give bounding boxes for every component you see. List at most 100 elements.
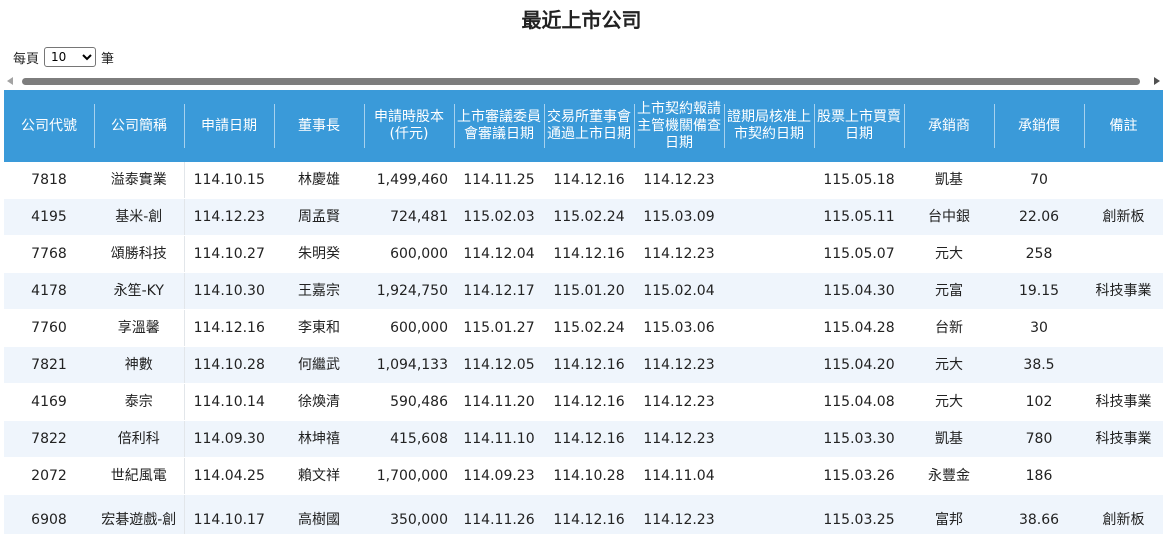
cell-underwriter: 元大 xyxy=(904,383,994,421)
cell-remark xyxy=(1084,235,1163,273)
cell-contract-date: 114.12.23 xyxy=(634,235,724,273)
page-size-select[interactable]: 10 xyxy=(44,47,97,67)
cell-chairman: 賴文祥 xyxy=(274,457,364,495)
cell-listing-date: 115.03.30 xyxy=(814,420,904,458)
cell-underwriter: 元大 xyxy=(904,346,994,384)
header-col-company-name[interactable]: 公司簡稱 xyxy=(94,90,184,162)
cell-approve-date xyxy=(724,420,814,458)
cell-board-date: 114.10.28 xyxy=(544,457,634,495)
cell-approve-date xyxy=(724,346,814,384)
header-col-underwriter[interactable]: 承銷商 xyxy=(904,90,994,162)
recent-listings-table: 公司代號 公司簡稱 申請日期 董事長 申請時股本(仟元) 上市審議委員會審議日期 交易所董事… xyxy=(4,90,1163,534)
cell-company-code: 4195 xyxy=(4,198,94,236)
cell-underwriter: 台新 xyxy=(904,309,994,347)
cell-capital: 600,000 xyxy=(364,235,454,273)
cell-approve-date xyxy=(724,309,814,347)
cell-apply-date: 114.10.15 xyxy=(184,162,274,199)
cell-apply-date: 114.10.27 xyxy=(184,235,274,273)
cell-capital: 1,499,460 xyxy=(364,162,454,199)
cell-capital: 600,000 xyxy=(364,309,454,347)
cell-company-name: 享溫馨 xyxy=(94,309,185,347)
cell-approve-date xyxy=(724,198,814,236)
cell-remark xyxy=(1084,457,1163,495)
cell-contract-date: 115.03.06 xyxy=(634,309,724,347)
cell-apply-date: 114.10.28 xyxy=(184,346,274,384)
cell-review-date: 114.11.25 xyxy=(454,162,544,199)
horizontal-scrollbar[interactable] xyxy=(4,75,1163,89)
cell-contract-date: 114.12.23 xyxy=(634,383,724,421)
header-col-remark[interactable]: 備註 xyxy=(1084,90,1163,162)
cell-listing-date: 115.04.20 xyxy=(814,346,904,384)
cell-capital: 1,094,133 xyxy=(364,346,454,384)
cell-review-date: 114.09.23 xyxy=(454,457,544,495)
cell-approve-date xyxy=(724,272,814,310)
scroll-right-arrow-icon[interactable] xyxy=(1154,77,1160,85)
cell-approve-date xyxy=(724,162,814,199)
cell-company-code: 6908 xyxy=(4,494,94,534)
cell-review-date: 114.11.10 xyxy=(454,420,544,458)
cell-remark: 創新板 xyxy=(1084,494,1163,534)
cell-chairman: 林慶雄 xyxy=(274,162,364,199)
cell-company-code: 4169 xyxy=(4,383,94,421)
cell-chairman: 徐煥清 xyxy=(274,383,364,421)
header-col-capital[interactable]: 申請時股本(仟元) xyxy=(364,90,454,162)
cell-listing-date: 115.05.18 xyxy=(814,162,904,199)
cell-capital: 415,608 xyxy=(364,420,454,458)
cell-company-code: 7818 xyxy=(4,162,94,199)
cell-board-date: 115.01.20 xyxy=(544,272,634,310)
header-col-chairman[interactable]: 董事長 xyxy=(274,90,364,162)
cell-listing-date: 115.03.26 xyxy=(814,457,904,495)
page-size-prefix: 每頁 xyxy=(13,51,40,67)
cell-capital: 1,924,750 xyxy=(364,272,454,310)
cell-underwriter: 富邦 xyxy=(904,494,994,534)
cell-listing-date: 115.04.08 xyxy=(814,383,904,421)
cell-contract-date: 115.02.04 xyxy=(634,272,724,310)
cell-review-date: 115.01.27 xyxy=(454,309,544,347)
header-col-price[interactable]: 承銷價 xyxy=(994,90,1084,162)
cell-approve-date xyxy=(724,235,814,273)
header-col-board-date[interactable]: 交易所董事會通過上市日期 xyxy=(544,90,634,162)
cell-underwriter: 凱基 xyxy=(904,420,994,458)
table-row: 2072 世紀風電 114.04.25 賴文祥 1,700,000 114.09.23 11… xyxy=(4,457,1163,495)
cell-price: 19.15 xyxy=(994,272,1084,310)
cell-remark: 科技事業 xyxy=(1084,383,1163,421)
cell-approve-date xyxy=(724,383,814,421)
cell-remark: 創新板 xyxy=(1084,198,1163,236)
cell-contract-date: 114.12.23 xyxy=(634,162,724,199)
cell-price: 30 xyxy=(994,309,1084,347)
cell-contract-date: 114.11.04 xyxy=(634,457,724,495)
table-row: 7768 頌勝科技 114.10.27 朱明癸 600,000 114.12.04 114.… xyxy=(4,235,1163,273)
cell-price: 22.06 xyxy=(994,198,1084,236)
cell-underwriter: 元大 xyxy=(904,235,994,273)
header-col-apply-date[interactable]: 申請日期 xyxy=(184,90,274,162)
cell-underwriter: 元富 xyxy=(904,272,994,310)
table-row: 7760 享溫馨 114.12.16 李東和 600,000 115.01.27 115.0… xyxy=(4,309,1163,347)
scroll-left-arrow-icon[interactable] xyxy=(7,77,13,85)
cell-underwriter: 永豐金 xyxy=(904,457,994,495)
header-col-approve-date[interactable]: 證期局核准上市契約日期 xyxy=(724,90,814,162)
header-col-contract-date[interactable]: 上市契約報請主管機關備查日期 xyxy=(634,90,724,162)
cell-contract-date: 114.12.23 xyxy=(634,346,724,384)
cell-approve-date xyxy=(724,457,814,495)
cell-company-name: 頌勝科技 xyxy=(94,235,185,273)
header-col-company-code[interactable]: 公司代號 xyxy=(4,90,94,162)
cell-company-code: 7760 xyxy=(4,309,94,347)
page-title: 最近上市公司 xyxy=(521,8,642,32)
cell-chairman: 朱明癸 xyxy=(274,235,364,273)
cell-apply-date: 114.09.30 xyxy=(184,420,274,458)
header-col-listing-date[interactable]: 股票上市買賣日期 xyxy=(814,90,904,162)
cell-company-name: 溢泰實業 xyxy=(94,162,185,199)
cell-company-code: 2072 xyxy=(4,457,94,495)
cell-board-date: 114.12.16 xyxy=(544,235,634,273)
cell-chairman: 何繼武 xyxy=(274,346,364,384)
cell-underwriter: 台中銀 xyxy=(904,198,994,236)
cell-price: 258 xyxy=(994,235,1084,273)
table-row: 4169 泰宗 114.10.14 徐煥清 590,486 114.11.20 114.12… xyxy=(4,383,1163,421)
scrollbar-thumb[interactable] xyxy=(22,78,1140,85)
listing-table-container: 公司代號 公司簡稱 申請日期 董事長 申請時股本(仟元) 上市審議委員會審議日期 交易所董事… xyxy=(4,90,1163,534)
table-row: 6908 宏碁遊戲-創 114.10.17 高樹國 350,000 114.11.26 11… xyxy=(4,494,1163,534)
cell-underwriter: 凱基 xyxy=(904,162,994,199)
cell-apply-date: 114.12.23 xyxy=(184,198,274,236)
cell-listing-date: 115.03.25 xyxy=(814,494,904,534)
header-col-review-date[interactable]: 上市審議委員會審議日期 xyxy=(454,90,544,162)
